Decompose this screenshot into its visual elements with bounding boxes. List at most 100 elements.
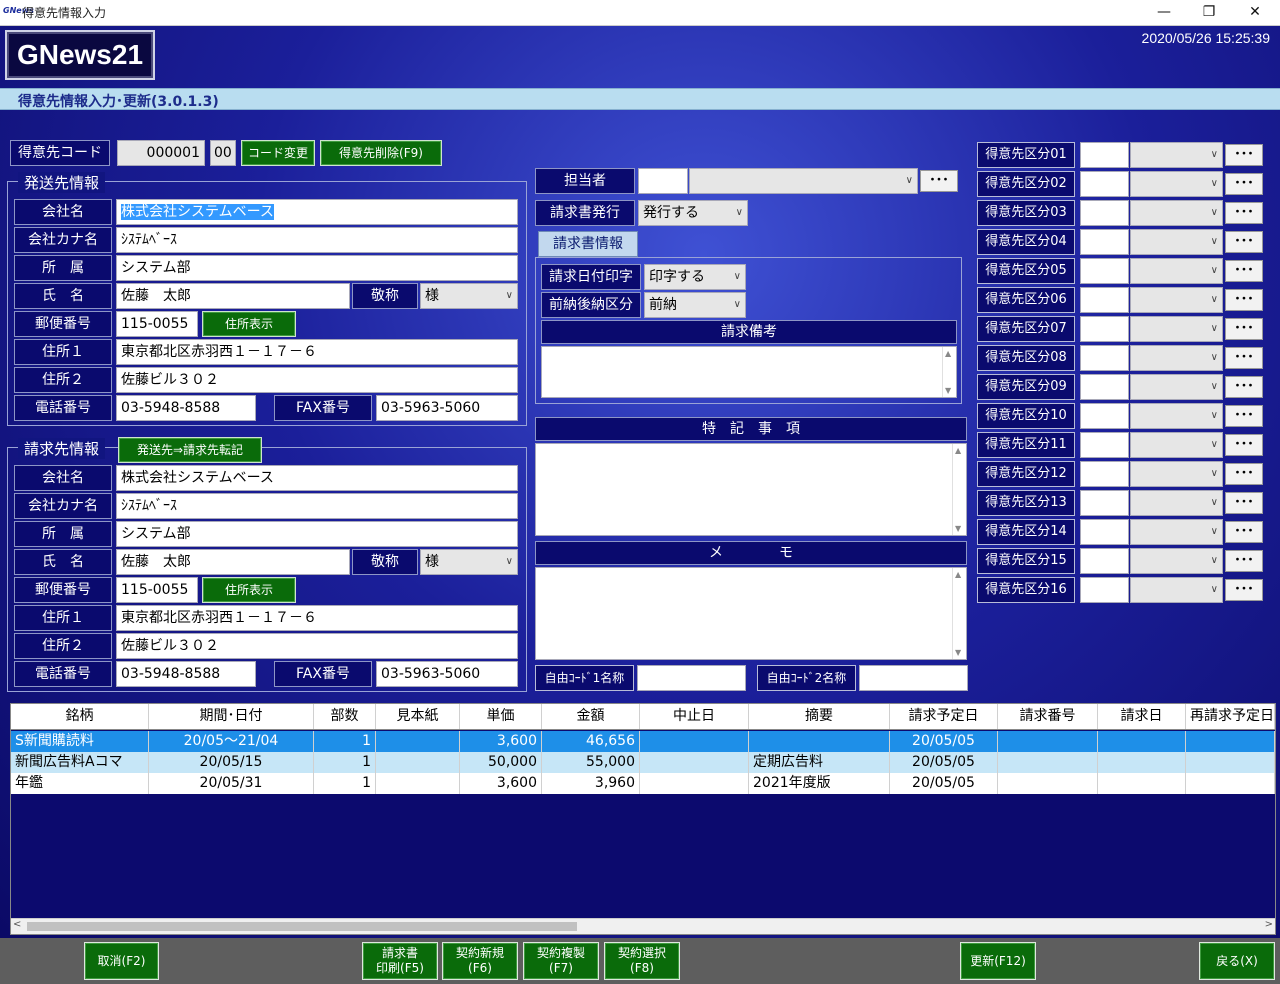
category-select[interactable]: ∨ [1130, 345, 1223, 371]
table-row[interactable]: 新聞広告料Aコマ 20/05/15 1 50,000 55,000 定期広告料 20/05/… [11, 752, 1275, 773]
category-lookup-button[interactable]: ･･･ [1225, 289, 1263, 311]
prepay-select[interactable]: 前納 ∨ [644, 292, 746, 318]
category-code-field[interactable] [1080, 142, 1129, 168]
column-header[interactable]: 請求番号 [998, 704, 1098, 729]
column-header[interactable]: 銘柄 [11, 704, 149, 729]
maximize-button[interactable]: ❐ [1189, 2, 1229, 24]
bill-honorific-select[interactable]: 様 ∨ [420, 549, 518, 575]
category-code-field[interactable] [1080, 403, 1129, 429]
category-code-field[interactable] [1080, 461, 1129, 487]
category-select[interactable]: ∨ [1130, 490, 1223, 516]
category-lookup-button[interactable]: ･･･ [1225, 376, 1263, 398]
column-header[interactable]: 金額 [542, 704, 640, 729]
bill-fax-field[interactable]: 03-5963-5060 [376, 661, 518, 687]
update-button[interactable]: 更新(F12) [960, 942, 1036, 980]
contract-grid[interactable]: 銘柄 期間･日付 部数 見本紙 単価 金額 中止日 摘要 請求予定日 請求番号 請求日 再請求予定日 … [10, 703, 1276, 935]
ship-kana-field[interactable]: ｼｽﾃﾑﾍﾞｰｽ [116, 227, 518, 253]
contract-new-button[interactable]: 契約新規 (F6) [442, 942, 518, 980]
column-header[interactable]: 部数 [314, 704, 376, 729]
table-row[interactable]: 年鑑 20/05/31 1 3,600 3,960 2021年度版 20/05/05 [11, 773, 1275, 794]
change-code-button[interactable]: コード変更 [241, 140, 315, 166]
category-code-field[interactable] [1080, 229, 1129, 255]
bill-addr1-field[interactable]: 東京都北区赤羽西１－１７－６ [116, 605, 518, 631]
category-code-field[interactable] [1080, 374, 1129, 400]
category-lookup-button[interactable]: ･･･ [1225, 579, 1263, 601]
category-select[interactable]: ∨ [1130, 548, 1223, 574]
category-code-field[interactable] [1080, 577, 1129, 603]
ship-zip-field[interactable]: 115-0055 [116, 311, 198, 337]
scrollbar-thumb[interactable] [27, 922, 577, 931]
ship-addr1-field[interactable]: 東京都北区赤羽西１－１７－６ [116, 339, 518, 365]
ship-company-field[interactable]: 株式会社システムベース [116, 199, 518, 225]
category-select[interactable]: ∨ [1130, 200, 1223, 226]
memo-textarea[interactable]: ▲ ▼ [535, 567, 967, 660]
table-row[interactable]: S新聞購読料 20/05～21/04 1 3,600 46,656 20/05/05 [11, 731, 1275, 752]
bill-company-field[interactable]: 株式会社システムベース [116, 465, 518, 491]
column-header[interactable]: 単価 [460, 704, 542, 729]
ship-dept-field[interactable]: システム部 [116, 255, 518, 281]
category-lookup-button[interactable]: ･･･ [1225, 347, 1263, 369]
staff-select[interactable]: ∨ [689, 168, 918, 194]
category-code-field[interactable] [1080, 432, 1129, 458]
scrollbar[interactable]: ▲ ▼ [942, 347, 956, 397]
category-code-field[interactable] [1080, 200, 1129, 226]
category-select[interactable]: ∨ [1130, 316, 1223, 342]
column-header[interactable]: 請求日 [1098, 704, 1186, 729]
bill-address-lookup-button[interactable]: 住所表示 [202, 577, 296, 603]
bill-zip-field[interactable]: 115-0055 [116, 577, 198, 603]
print-invoice-button[interactable]: 請求書 印刷(F5) [362, 942, 438, 980]
customer-code-field[interactable]: 000001 [117, 140, 205, 166]
tab-invoice-info[interactable]: 請求書情報 [538, 231, 638, 257]
category-lookup-button[interactable]: ･･･ [1225, 521, 1263, 543]
ship-tel-field[interactable]: 03-5948-8588 [116, 395, 256, 421]
close-button[interactable]: ✕ [1235, 2, 1275, 24]
invoice-date-print-select[interactable]: 印字する ∨ [644, 264, 746, 290]
customer-branch-field[interactable]: 00 [210, 140, 236, 166]
category-lookup-button[interactable]: ･･･ [1225, 492, 1263, 514]
column-header[interactable]: 見本紙 [376, 704, 460, 729]
category-lookup-button[interactable]: ･･･ [1225, 231, 1263, 253]
column-header[interactable]: 請求予定日 [890, 704, 998, 729]
contract-select-button[interactable]: 契約選択 (F8) [604, 942, 680, 980]
bill-addr2-field[interactable]: 佐藤ビル３０２ [116, 633, 518, 659]
category-select[interactable]: ∨ [1130, 258, 1223, 284]
bill-dept-field[interactable]: システム部 [116, 521, 518, 547]
copy-shipping-to-billing-button[interactable]: 発送先⇒請求先転記 [118, 437, 262, 463]
category-lookup-button[interactable]: ･･･ [1225, 463, 1263, 485]
bill-kana-field[interactable]: ｼｽﾃﾑﾍﾞｰｽ [116, 493, 518, 519]
column-header[interactable]: 摘要 [749, 704, 890, 729]
category-select[interactable]: ∨ [1130, 229, 1223, 255]
category-lookup-button[interactable]: ･･･ [1225, 260, 1263, 282]
category-select[interactable]: ∨ [1130, 142, 1223, 168]
category-lookup-button[interactable]: ･･･ [1225, 144, 1263, 166]
back-button[interactable]: 戻る(X) [1199, 942, 1275, 980]
ship-addr2-field[interactable]: 佐藤ビル３０２ [116, 367, 518, 393]
column-header[interactable]: 再請求予定日 [1186, 704, 1275, 729]
cancel-button[interactable]: 取消(F2) [84, 942, 159, 980]
column-header[interactable]: 期間･日付 [149, 704, 314, 729]
category-select[interactable]: ∨ [1130, 519, 1223, 545]
category-select[interactable]: ∨ [1130, 432, 1223, 458]
category-select[interactable]: ∨ [1130, 403, 1223, 429]
scroll-right-icon[interactable]: > [1265, 919, 1273, 930]
category-lookup-button[interactable]: ･･･ [1225, 434, 1263, 456]
category-lookup-button[interactable]: ･･･ [1225, 202, 1263, 224]
ship-name-field[interactable]: 佐藤 太郎 [116, 283, 350, 309]
category-code-field[interactable] [1080, 171, 1129, 197]
bill-tel-field[interactable]: 03-5948-8588 [116, 661, 256, 687]
category-code-field[interactable] [1080, 287, 1129, 313]
staff-code-field[interactable] [638, 168, 688, 194]
scroll-left-icon[interactable]: < [13, 919, 21, 930]
invoice-note-textarea[interactable]: ▲ ▼ [541, 346, 957, 398]
invoice-issue-select[interactable]: 発行する ∨ [638, 200, 748, 226]
category-select[interactable]: ∨ [1130, 374, 1223, 400]
ship-honorific-select[interactable]: 様 ∨ [420, 283, 518, 309]
category-lookup-button[interactable]: ･･･ [1225, 173, 1263, 195]
category-code-field[interactable] [1080, 258, 1129, 284]
category-select[interactable]: ∨ [1130, 461, 1223, 487]
ship-address-lookup-button[interactable]: 住所表示 [202, 311, 296, 337]
category-lookup-button[interactable]: ･･･ [1225, 318, 1263, 340]
minimize-button[interactable]: — [1144, 2, 1184, 24]
category-select[interactable]: ∨ [1130, 577, 1223, 603]
free-code2-field[interactable] [859, 665, 968, 691]
